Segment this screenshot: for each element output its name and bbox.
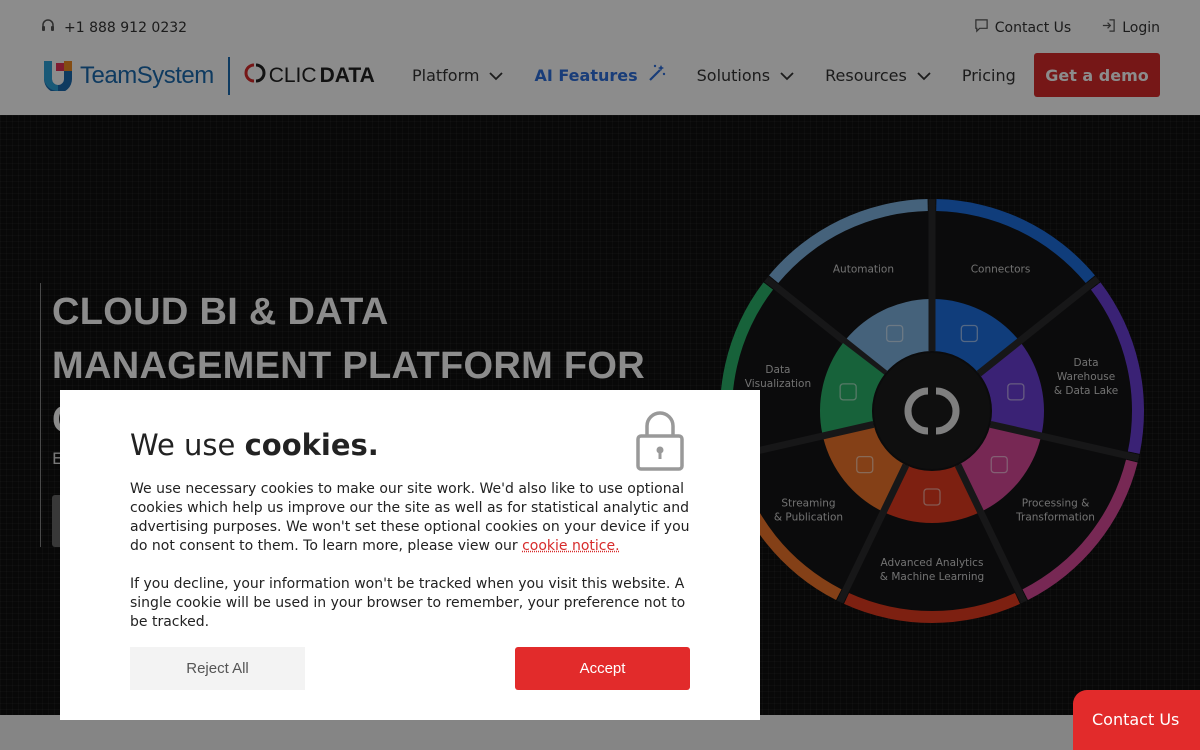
- accept-button[interactable]: Accept: [515, 647, 690, 690]
- cookie-decline-info: If you decline, your information won't b…: [130, 575, 695, 632]
- title-plain: We use: [130, 428, 245, 462]
- cookie-consent-dialog: We use cookies. We use necessary cookies…: [60, 390, 760, 720]
- cookie-dialog-title: We use cookies.: [130, 428, 379, 462]
- floating-contact-us-button[interactable]: Contact Us: [1073, 690, 1200, 750]
- title-bold: cookies.: [245, 428, 379, 462]
- reject-all-button[interactable]: Reject All: [130, 647, 305, 690]
- cookie-description: We use necessary cookies to make our sit…: [130, 480, 695, 556]
- lock-icon: [635, 410, 685, 476]
- cookie-notice-link[interactable]: cookie notice.: [522, 538, 619, 554]
